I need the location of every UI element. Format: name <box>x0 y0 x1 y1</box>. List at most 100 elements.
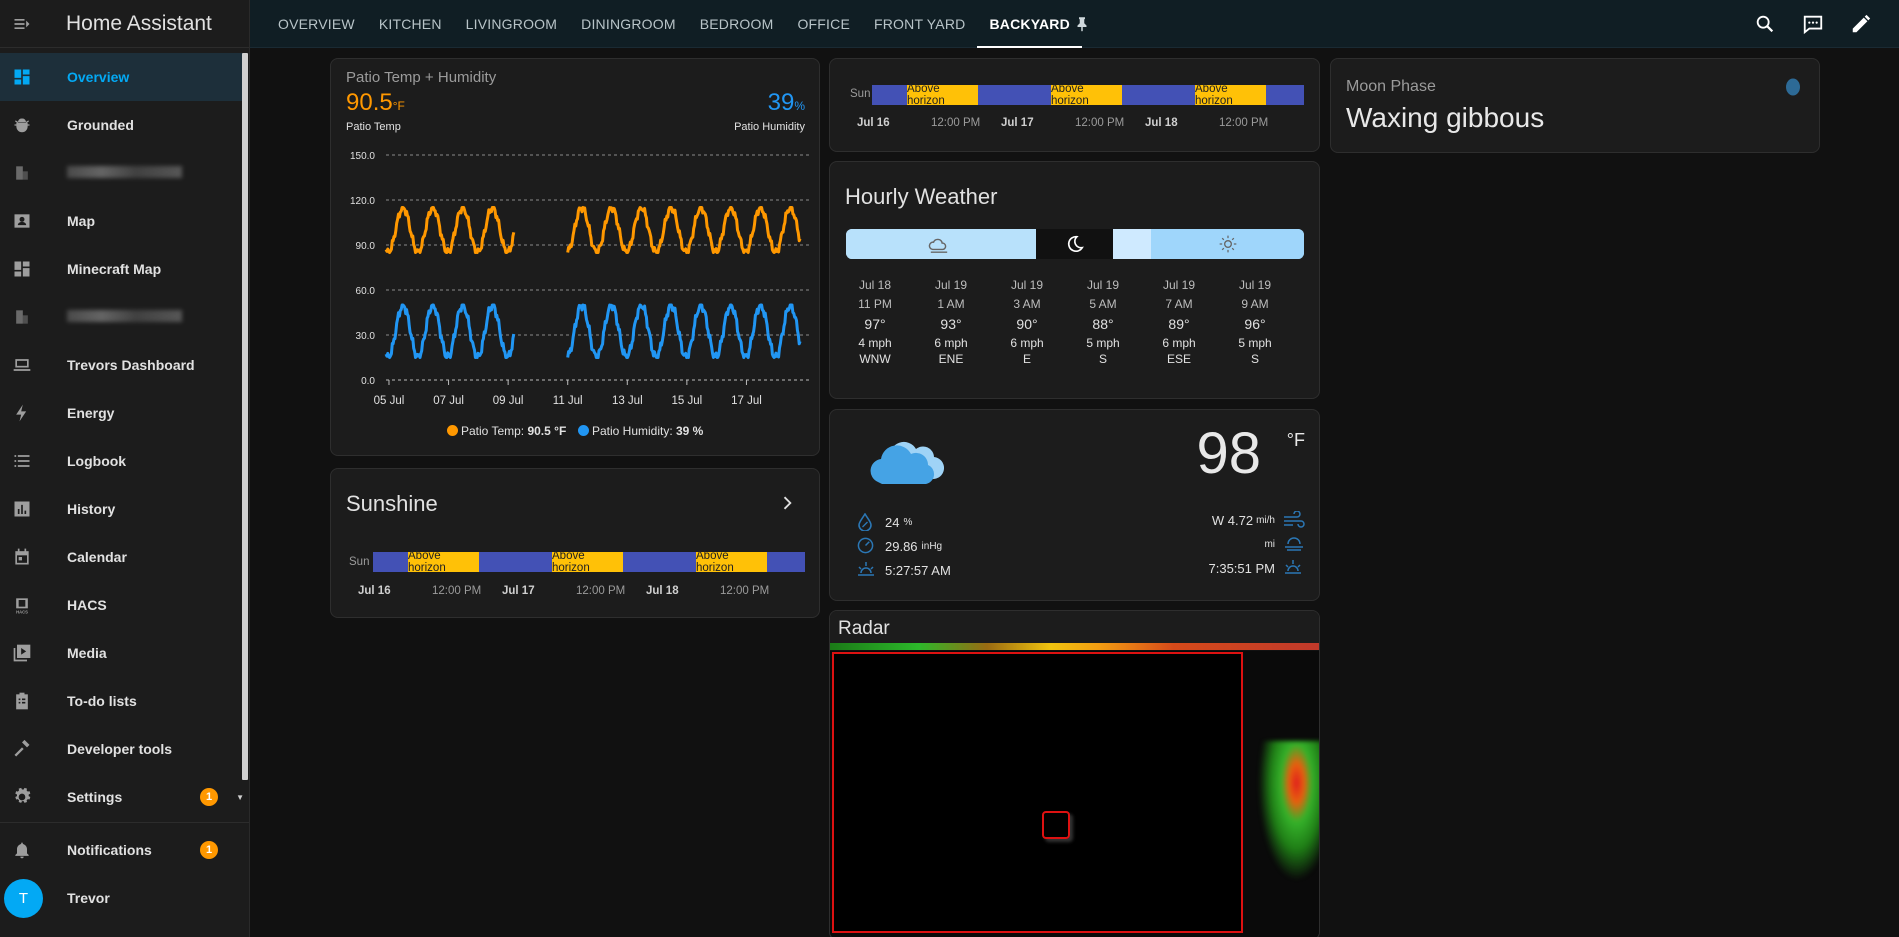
above-horizon-segment[interactable]: Above horizon <box>907 83 978 107</box>
sidebar-item-label: History <box>67 501 116 517</box>
sidebar-item-settings[interactable]: Settings 1 ▼ <box>0 773 244 821</box>
edit-pencil-icon[interactable] <box>1847 10 1875 38</box>
pin-icon[interactable] <box>1068 10 1096 38</box>
tab-livingroom[interactable]: LIVINGROOM <box>454 0 569 48</box>
gauge-icon <box>857 537 875 555</box>
moon-phase-card[interactable]: Moon Phase Waxing gibbous <box>1330 58 1820 153</box>
tab-bedroom[interactable]: BEDROOM <box>688 0 786 48</box>
x-tick-label: 05 Jul <box>374 395 405 407</box>
laptop-icon <box>11 354 33 376</box>
tab-office[interactable]: OFFICE <box>785 0 862 48</box>
notifications-label: Notifications <box>67 842 152 858</box>
format-list-icon <box>11 450 33 472</box>
patio-history-card[interactable]: Patio Temp + Humidity 90.5°F Patio Temp … <box>330 58 820 456</box>
home-marker <box>1042 811 1070 839</box>
sidebar-item-media[interactable]: Media <box>0 629 244 677</box>
scroll-down-icon[interactable]: ▼ <box>236 793 244 802</box>
tab-front-yard[interactable]: FRONT YARD <box>862 0 977 48</box>
sun-axis-tick: Jul 17 <box>1001 117 1034 129</box>
humidity-unit: % <box>794 99 805 113</box>
sidebar-item-map[interactable]: Map <box>0 197 244 245</box>
above-horizon-segment[interactable]: Above horizon <box>1195 83 1266 107</box>
above-horizon-segment[interactable]: Above horizon <box>1051 83 1122 107</box>
sidebar-item-trevors-dashboard[interactable]: Trevors Dashboard <box>0 341 244 389</box>
sidebar-item-label: Calendar <box>67 549 127 565</box>
legend-temp-swatch <box>446 425 458 436</box>
humidity-unit: % <box>903 516 913 528</box>
sidebar-item-hidden-5[interactable] <box>0 293 244 341</box>
assist-chat-icon[interactable] <box>1799 10 1827 38</box>
sidebar-item-grounded[interactable]: Grounded <box>0 101 244 149</box>
card-title: Moon Phase <box>1346 78 1436 95</box>
sidebar-item-to-do-lists[interactable]: To-do lists <box>0 677 244 725</box>
sidebar-item-hacs[interactable]: HACS HACS <box>0 581 244 629</box>
sidebar-item-energy[interactable]: Energy <box>0 389 244 437</box>
current-temperature: 98 <box>1196 421 1261 486</box>
sun-timeline[interactable]: Above horizon Above horizon Above horizon <box>373 550 805 574</box>
hourly-forecast-column: Jul 19 1 AM 93° 6 mph ENE <box>921 276 981 367</box>
condition-bar <box>846 229 1304 259</box>
sidebar-item-developer-tools[interactable]: Developer tools <box>0 725 244 773</box>
radar-map[interactable] <box>830 651 1319 937</box>
legend-humidity-label[interactable]: Patio Humidity: <box>592 424 676 438</box>
sun-axis-tick: Jul 16 <box>857 117 890 129</box>
moon-phase-value: Waxing gibbous <box>1346 102 1545 133</box>
search-icon[interactable] <box>1751 10 1779 38</box>
forecast-wind-direction: WNW <box>859 352 891 366</box>
user-name: Trevor <box>67 890 110 906</box>
moon-night-icon <box>1064 234 1086 254</box>
sidebar-item-overview[interactable]: Overview <box>0 53 244 101</box>
sidebar-item-label: Logbook <box>67 453 127 469</box>
sidebar-item-logbook[interactable]: Logbook <box>0 437 244 485</box>
chevron-right-icon[interactable] <box>777 493 797 513</box>
tab-backyard[interactable]: BACKYARD <box>977 0 1083 48</box>
forecast-time: 5 AM <box>1089 297 1117 311</box>
temperature-series-line[interactable] <box>384 206 516 254</box>
top-bar: OVERVIEW KITCHEN LIVINGROOM DININGROOM BEDRO… <box>250 0 1899 48</box>
sidebar-item-hidden-2[interactable] <box>0 149 244 197</box>
above-horizon-segment[interactable]: Above horizon <box>696 550 767 574</box>
partly-cloudy-night-icon <box>928 234 950 254</box>
hourly-weather-card[interactable]: Hourly Weather Jul 18 11 PM 97° 4 mph WNW Jul… <box>829 161 1320 399</box>
tab-kitchen[interactable]: KITCHEN <box>367 0 454 48</box>
humidity-series-line[interactable] <box>384 303 516 359</box>
sidebar-scrollbar[interactable] <box>242 53 248 780</box>
sidebar-item-minecraft-map[interactable]: Minecraft Map <box>0 245 244 293</box>
sunshine-card[interactable]: Sunshine Sun Above horizon Above horizon A… <box>330 468 820 618</box>
map-account-icon <box>11 210 33 232</box>
temperature-series-line[interactable] <box>566 206 802 254</box>
forecast-wind-direction: S <box>1250 352 1259 366</box>
hourly-forecast-column: Jul 18 11 PM 97° 4 mph WNW <box>845 276 905 367</box>
sun-timeline-card[interactable]: Sun Above horizon Above horizon Above hori… <box>829 58 1320 152</box>
forecast-temp: 97° <box>864 316 886 332</box>
radar-card[interactable]: Radar <box>829 610 1320 937</box>
settings-badge: 1 <box>200 788 218 806</box>
forecast-time: 3 AM <box>1013 297 1041 311</box>
sun-axis-tick: 12:00 PM <box>720 585 770 597</box>
forecast-time: 9 AM <box>1241 297 1269 311</box>
card-title: Patio Temp + Humidity <box>346 69 497 86</box>
notifications-button[interactable]: Notifications 1 <box>0 826 244 874</box>
humidity-series-line[interactable] <box>566 303 802 359</box>
x-tick-label: 13 Jul <box>612 395 643 407</box>
cog-icon <box>11 786 33 808</box>
patio-line-chart[interactable]: 150.0 120.0 90.0 60.0 30.0 0.0 05 Jul 07 Jul 09 … <box>331 147 819 409</box>
above-horizon-segment[interactable]: Above horizon <box>408 550 479 574</box>
svg-text:HACS: HACS <box>16 609 28 614</box>
sun-axis-tick: 12:00 PM <box>576 585 626 597</box>
sidebar-item-calendar[interactable]: Calendar <box>0 533 244 581</box>
sun-timeline[interactable]: Above horizon Above horizon Above horizon <box>872 83 1304 107</box>
chart-box-icon <box>11 498 33 520</box>
patio-humidity-label: Patio Humidity <box>734 121 805 133</box>
above-horizon-segment[interactable]: Above horizon <box>552 550 623 574</box>
legend-temp-label[interactable]: Patio Temp: <box>461 424 527 438</box>
menu-icon[interactable] <box>0 2 44 46</box>
current-weather-card[interactable]: 98 °F 24 % 29.86 inHg 5:27:57 AM W 4.72 … <box>829 409 1320 601</box>
sidebar-item-blurred-label <box>67 309 182 325</box>
sun-row-label: Sun <box>349 556 370 568</box>
user-profile-button[interactable]: T Trevor <box>0 874 244 922</box>
tab-diningroom[interactable]: DININGROOM <box>569 0 688 48</box>
tab-overview[interactable]: OVERVIEW <box>266 0 367 48</box>
wind-row: W 4.72 mi/h <box>1212 510 1305 529</box>
sidebar-item-history[interactable]: History <box>0 485 244 533</box>
